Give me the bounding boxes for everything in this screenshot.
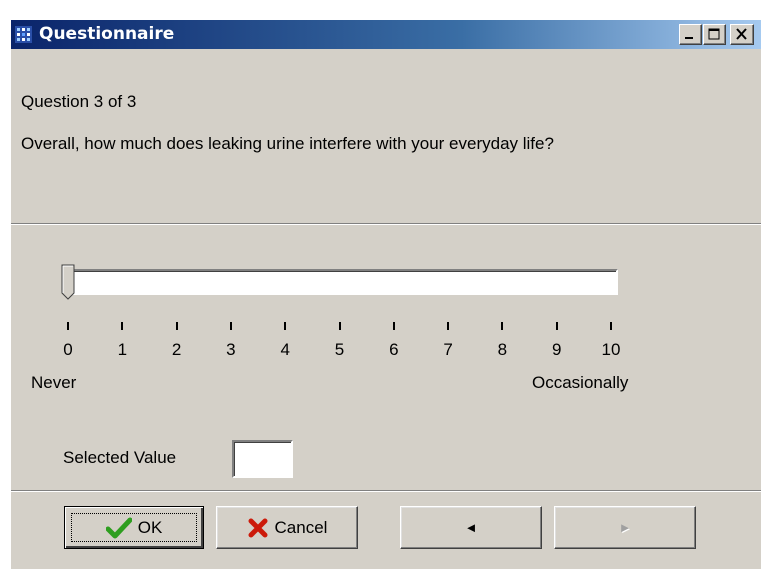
focus-rect <box>71 513 197 542</box>
scale-tick-label: 1 <box>117 340 128 359</box>
scale-tick-label: 9 <box>551 340 562 359</box>
scale-tick <box>338 322 341 330</box>
next-arrow-icon: ► <box>618 520 632 535</box>
scale-tick <box>610 322 612 330</box>
question-text: Overall, how much does leaking urine int… <box>21 134 554 153</box>
scale-tick <box>447 322 450 330</box>
section-divider <box>11 223 761 225</box>
minimize-button[interactable] <box>679 24 702 45</box>
next-button[interactable]: ► <box>554 506 696 549</box>
ok-button-label: OK <box>137 517 163 537</box>
scale-tick <box>284 322 287 330</box>
checkmark-icon <box>105 517 132 538</box>
maximize-button[interactable] <box>703 24 726 45</box>
scale-min-label: Never <box>31 373 77 392</box>
scale-tick <box>229 322 232 330</box>
cancel-button[interactable]: Cancel <box>216 506 358 549</box>
scale-tick <box>392 322 395 330</box>
scale-tick-label: 7 <box>443 340 453 359</box>
button-divider <box>11 490 761 492</box>
scale-tick-label: 8 <box>497 340 508 359</box>
cancel-button-label: Cancel <box>274 517 328 537</box>
scale-tick-label: 6 <box>389 340 399 359</box>
scale-tick-label: 4 <box>280 340 290 359</box>
maximize-icon <box>708 28 720 40</box>
questionnaire-app-icon <box>15 26 32 43</box>
previous-button[interactable]: ◄ <box>400 506 542 549</box>
scale-tick <box>67 322 69 330</box>
scale-slider-track[interactable] <box>66 269 618 295</box>
window-title: Questionnaire <box>39 24 175 44</box>
scale-tick <box>175 322 178 330</box>
minimize-icon <box>685 37 693 39</box>
selected-value-label: Selected Value <box>63 448 177 467</box>
scale-tick <box>121 322 124 330</box>
close-button[interactable] <box>730 24 754 45</box>
scale-tick <box>501 322 504 330</box>
scale-tick-label: 3 <box>226 340 236 359</box>
previous-arrow-icon: ◄ <box>464 520 478 535</box>
close-icon <box>736 28 747 40</box>
scale-max-label: Occasionally <box>532 373 629 392</box>
scale-tick <box>555 322 558 330</box>
scale-tick-label: 2 <box>171 340 182 359</box>
title-bar[interactable]: Questionnaire <box>11 20 761 49</box>
selected-value-field[interactable] <box>232 440 293 478</box>
scale-tick-label: 5 <box>334 340 345 359</box>
question-counter: Question 3 of 3 <box>21 92 137 111</box>
cancel-x-icon <box>248 518 268 537</box>
scale-slider-thumb[interactable] <box>61 264 75 300</box>
scale-tick-label: 10 <box>601 340 621 359</box>
ok-button[interactable]: OK <box>64 506 204 549</box>
scale-tick-label: 0 <box>63 340 73 359</box>
questionnaire-window: Questionnaire Question 3 of 3 Overall, h… <box>10 20 761 569</box>
